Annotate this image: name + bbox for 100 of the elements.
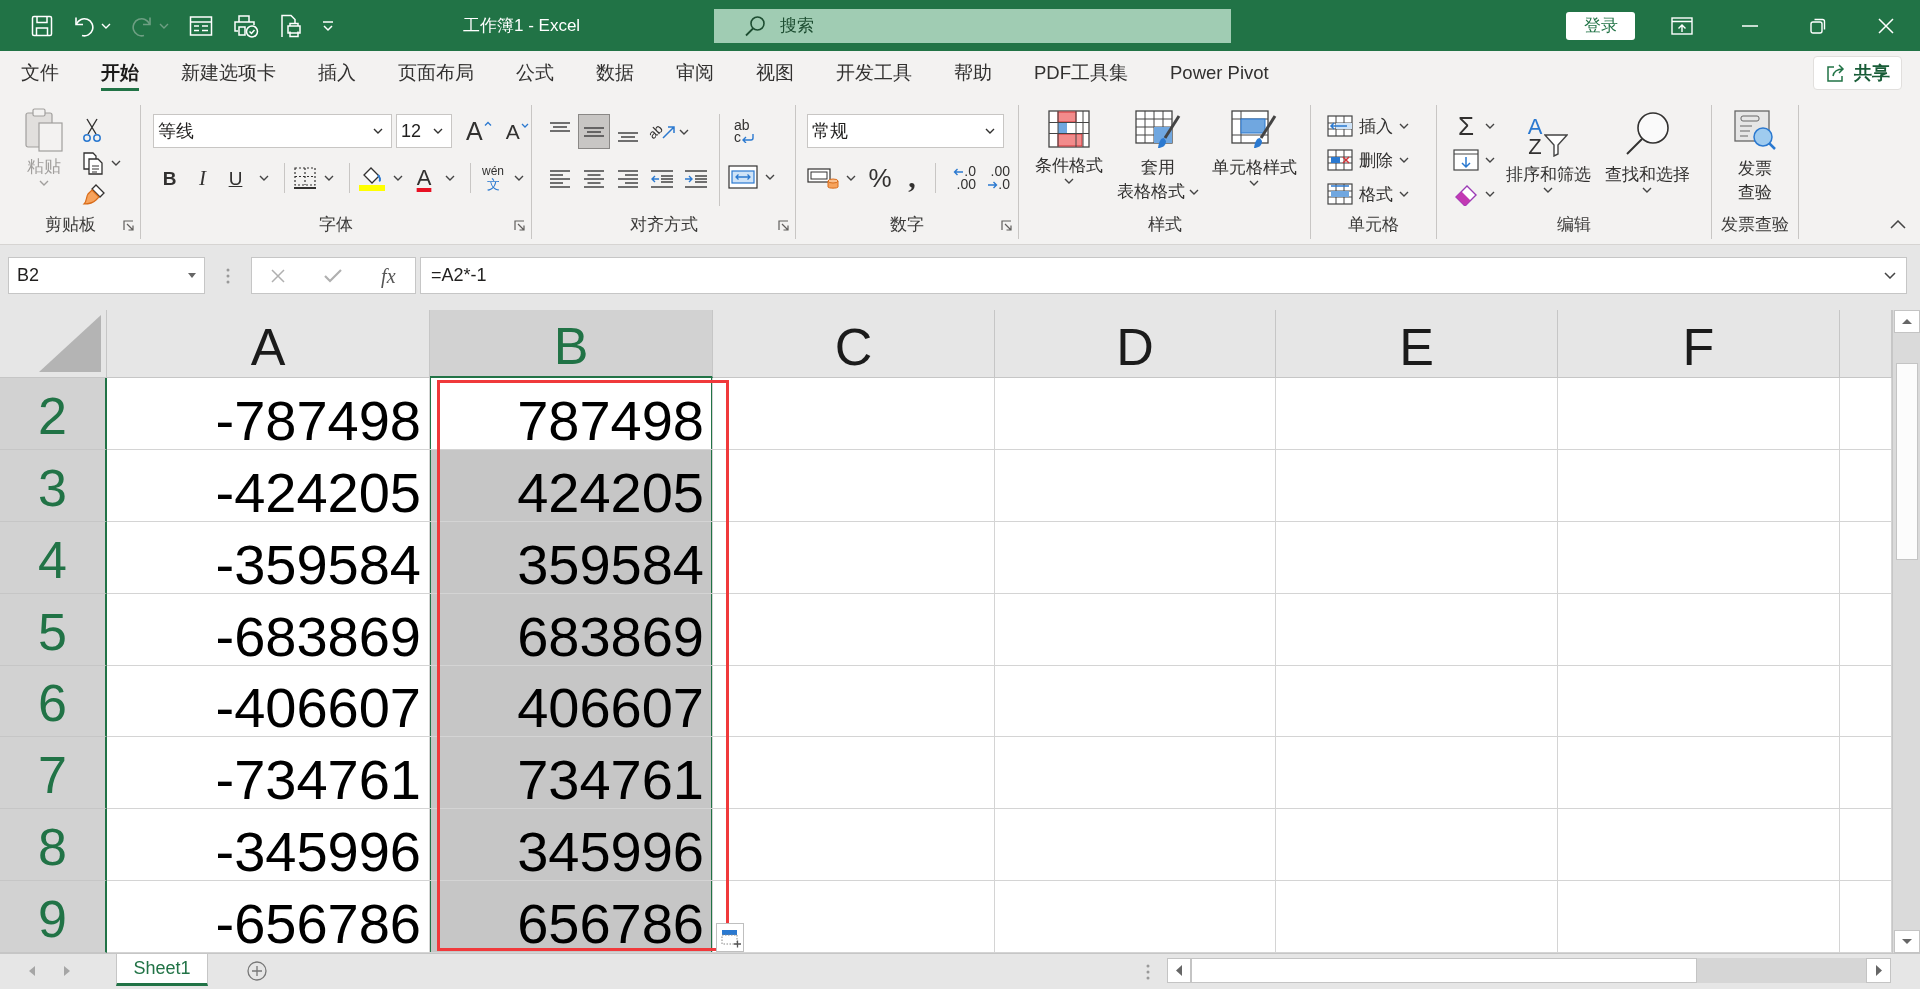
ribbon-tab[interactable]: 视图 (735, 51, 815, 95)
ribbon-tab[interactable]: 数据 (575, 51, 655, 95)
grow-font-button[interactable]: A (466, 118, 492, 144)
underline-button[interactable]: U (219, 162, 252, 194)
format-as-table-button[interactable]: 套用 表格格式 (1115, 110, 1201, 211)
caret-icon[interactable] (1485, 191, 1495, 197)
ribbon-tab[interactable]: 页面布局 (377, 51, 495, 95)
table-cell[interactable] (713, 737, 995, 810)
scissors-icon[interactable] (82, 117, 102, 143)
text-orientation-button[interactable]: ab (647, 124, 677, 139)
align-right-icon[interactable] (618, 169, 638, 188)
add-sheet-icon[interactable] (247, 961, 267, 981)
caret-icon[interactable] (765, 174, 775, 181)
table-cell[interactable]: 787498 (430, 378, 713, 450)
ribbon-tab[interactable]: 新建选项卡 (160, 51, 297, 95)
restore-icon[interactable] (1810, 17, 1826, 34)
row-header[interactable]: 7 (0, 737, 107, 810)
ribbon-display-icon[interactable] (1671, 16, 1693, 35)
dialog-launcher-icon[interactable] (778, 219, 789, 231)
caret-icon[interactable] (111, 160, 121, 166)
search-box[interactable]: 搜索 (714, 8, 1231, 43)
table-cell[interactable]: 656786 (430, 881, 713, 953)
previous-sheet-icon[interactable] (29, 966, 35, 976)
minimize-icon[interactable] (1742, 24, 1758, 27)
form-icon[interactable] (189, 14, 213, 37)
column-header[interactable]: F (1558, 310, 1840, 378)
table-cell[interactable] (1558, 378, 1840, 450)
caret-icon[interactable] (324, 175, 334, 181)
font-size-field[interactable]: 12 (396, 114, 452, 148)
customize-caret-icon[interactable] (321, 19, 335, 32)
formula-field[interactable]: =A2*-1 (420, 257, 1907, 294)
number-format-field[interactable]: 常规 (807, 114, 1004, 148)
ribbon-tab[interactable]: 帮助 (933, 51, 1013, 95)
increase-decimal-button[interactable]: .0 .00 (946, 165, 976, 191)
printer-check-icon[interactable] (233, 13, 259, 38)
row-header[interactable]: 6 (0, 665, 107, 738)
scrollbar-thumb[interactable] (1191, 958, 1697, 983)
table-cell[interactable] (995, 737, 1276, 810)
table-cell[interactable]: 345996 (430, 809, 713, 882)
table-cell[interactable] (1558, 449, 1840, 522)
caret-icon[interactable] (1485, 157, 1495, 163)
table-cell[interactable] (1558, 521, 1840, 594)
table-cell[interactable] (1276, 593, 1558, 666)
ribbon-tab[interactable]: PDF工具集 (1013, 51, 1149, 95)
table-cell[interactable] (713, 449, 995, 522)
caret-icon[interactable] (514, 175, 524, 181)
comma-style-button[interactable]: , (897, 162, 927, 194)
insert-cells-button[interactable]: 插入 (1327, 111, 1436, 141)
table-cell[interactable] (1558, 737, 1840, 810)
copy-icon[interactable] (82, 151, 104, 175)
table-cell[interactable]: 359584 (430, 521, 713, 594)
table-cell[interactable] (1558, 593, 1840, 666)
currency-icon[interactable] (807, 166, 839, 190)
cell-styles-button[interactable]: 单元格样式 (1207, 110, 1301, 211)
table-cell[interactable]: 683869 (430, 593, 713, 666)
format-cells-button[interactable]: 格式 (1327, 179, 1436, 209)
sort-filter-button[interactable]: A Z 排序和筛选 (1503, 111, 1593, 211)
row-header[interactable]: 3 (0, 449, 107, 522)
column-header[interactable]: D (995, 310, 1276, 378)
shrink-font-button[interactable]: A (505, 120, 529, 142)
select-all-icon[interactable] (39, 315, 101, 372)
row-header[interactable]: 8 (0, 809, 107, 882)
sheet-tab[interactable]: Sheet1 (116, 954, 208, 986)
table-cell[interactable]: 424205 (430, 449, 713, 522)
sign-in-button[interactable]: 登录 (1566, 11, 1635, 40)
table-cell[interactable] (713, 378, 995, 450)
caret-icon[interactable] (846, 175, 856, 181)
name-box[interactable]: B2 (8, 257, 205, 294)
italic-button[interactable]: I (186, 162, 219, 194)
table-cell[interactable] (1276, 449, 1558, 522)
share-button[interactable]: 共享 (1813, 56, 1902, 90)
table-cell[interactable] (1276, 809, 1558, 882)
table-cell[interactable] (1276, 378, 1558, 450)
close-icon[interactable] (1878, 17, 1894, 34)
table-cell[interactable] (1558, 809, 1840, 882)
drag-handle-icon[interactable] (1146, 964, 1150, 980)
column-header[interactable]: C (713, 310, 995, 378)
insert-function-button[interactable]: fx (381, 265, 396, 286)
ribbon-tab[interactable]: 开发工具 (815, 51, 933, 95)
dialog-launcher-icon[interactable] (1001, 219, 1012, 231)
row-header[interactable]: 5 (0, 593, 107, 666)
fill-bucket-icon[interactable] (358, 165, 386, 191)
caret-icon[interactable] (445, 175, 455, 181)
find-select-button[interactable]: 查找和选择 (1601, 111, 1693, 211)
font-name-field[interactable]: 等线 (153, 114, 392, 148)
row-header[interactable]: 4 (0, 521, 107, 594)
font-color-button[interactable]: A (410, 162, 438, 194)
autosum-button[interactable]: Σ (1453, 113, 1479, 139)
increase-indent-icon[interactable] (685, 169, 707, 188)
table-cell[interactable] (713, 521, 995, 594)
ribbon-tab[interactable]: 开始 (80, 51, 160, 95)
align-center-icon[interactable] (584, 169, 604, 188)
scrollbar-thumb[interactable] (1895, 363, 1918, 560)
column-header[interactable]: B (430, 310, 713, 378)
table-cell[interactable] (1276, 665, 1558, 738)
delete-cells-button[interactable]: 删除 (1327, 145, 1436, 175)
dialog-launcher-icon[interactable] (514, 219, 525, 231)
table-cell[interactable] (995, 665, 1276, 738)
ribbon-tab[interactable]: Power Pivot (1149, 51, 1290, 95)
table-cell[interactable] (1276, 521, 1558, 594)
